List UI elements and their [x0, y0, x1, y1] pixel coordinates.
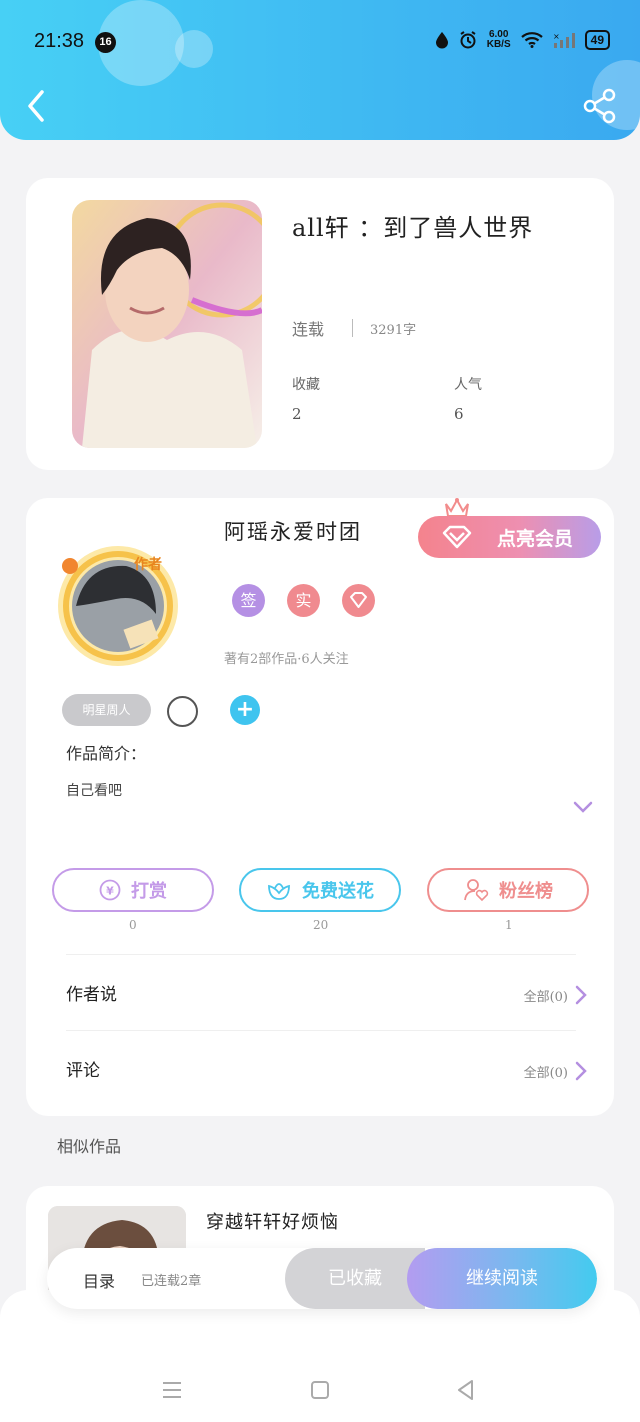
user-heart-icon	[464, 879, 489, 902]
send-flower-button[interactable]: 免费送花	[239, 868, 401, 912]
vip-diamond-badge	[342, 584, 375, 617]
fan-ranking-label: 粉丝榜	[499, 881, 553, 902]
battery-indicator: 49	[584, 30, 610, 50]
popularity-value: 6	[454, 405, 464, 423]
fan-group-tag[interactable]: 明星周人	[62, 694, 151, 726]
similar-works-title: 相似作品	[57, 1137, 122, 1156]
net-speed: 6.00 KB/S	[486, 29, 511, 50]
flower-count: 20	[313, 918, 329, 932]
back-triangle-icon[interactable]	[454, 1378, 478, 1402]
chevron-right-icon	[575, 985, 587, 1005]
book-cover-image[interactable]	[72, 200, 262, 448]
author-says-label[interactable]: 作者说	[66, 980, 117, 1005]
author-name[interactable]: 阿瑶永爱时团	[224, 516, 362, 546]
send-flower-label: 免费送花	[302, 881, 374, 902]
yen-coin-icon: ¥	[99, 879, 121, 901]
reading-action-bar: 目录 已连载2章 已收藏 继续阅读	[47, 1248, 597, 1309]
intro-text: 自己看吧	[66, 783, 122, 799]
tip-count: 0	[129, 918, 137, 932]
book-info-card: all轩 ：到了兽人世界 连载 3291字 收藏 人气 2 6	[26, 178, 614, 470]
flower-icon	[268, 883, 290, 900]
top-header: 21:38 16 6.00 KB/S × 49	[0, 0, 640, 140]
diamond-icon	[350, 592, 367, 608]
fan-ranking-button[interactable]: 粉丝榜	[427, 868, 589, 912]
home-icon[interactable]	[308, 1378, 332, 1402]
back-arrow-icon[interactable]	[20, 88, 52, 124]
drop-icon	[435, 32, 448, 49]
signed-badge: 签	[232, 584, 265, 617]
fan-count: 1	[505, 918, 513, 932]
add-fan-group-button[interactable]: +	[230, 695, 260, 725]
popularity-label: 人气	[454, 377, 482, 393]
comments-label[interactable]: 评论	[66, 1056, 100, 1081]
similar-work-title[interactable]: 穿越轩轩好烦恼	[206, 1208, 339, 1234]
book-status: 连载	[292, 320, 325, 339]
decor-bubble	[175, 30, 213, 68]
book-title: all轩 ：到了兽人世界	[292, 214, 534, 242]
favorites-value: 2	[292, 405, 302, 423]
intro-label: 作品简介：	[66, 744, 147, 763]
author-says-all[interactable]: 全部(0)	[524, 984, 588, 1006]
divider	[66, 1030, 576, 1031]
share-icon[interactable]	[582, 88, 618, 124]
toc-label[interactable]: 目录	[83, 1268, 115, 1292]
status-time: 21:38	[34, 30, 85, 52]
author-card: 作者 阿瑶永爱时团 点亮会员 签 实 著有2部作品·6人关注 明星周人 + 作品…	[26, 497, 614, 1116]
diamond-icon	[442, 525, 472, 549]
tip-button-label: 打赏	[131, 881, 167, 902]
favorites-label: 收藏	[292, 377, 320, 393]
menu-icon[interactable]	[160, 1378, 184, 1402]
svg-text:¥: ¥	[106, 885, 114, 898]
author-says-all-label: 全部(0)	[523, 989, 568, 1005]
verified-badge: 实	[287, 584, 320, 617]
notification-count-badge: 16	[95, 32, 116, 53]
signal-icon: ×	[553, 32, 575, 48]
favorited-button[interactable]: 已收藏	[285, 1248, 425, 1309]
status-icons: 6.00 KB/S × 49	[435, 30, 610, 50]
comments-all[interactable]: 全部(0)	[524, 1060, 588, 1082]
fan-group-slot[interactable]	[167, 696, 198, 727]
chevron-right-icon	[575, 1061, 587, 1081]
divider	[352, 319, 353, 337]
crown-icon	[445, 497, 469, 517]
author-avatar[interactable]: 作者	[56, 544, 180, 668]
word-count: 3291字	[370, 323, 417, 338]
svg-text:×: ×	[553, 32, 560, 41]
serial-status[interactable]: 已连载2章	[141, 1270, 201, 1289]
author-meta: 著有2部作品·6人关注	[224, 652, 349, 667]
continue-reading-button[interactable]: 继续阅读	[407, 1248, 597, 1309]
chevron-down-icon[interactable]	[572, 798, 594, 816]
system-navigation-bar	[0, 1290, 640, 1422]
alarm-icon	[460, 31, 476, 49]
divider	[66, 954, 576, 955]
comments-all-label: 全部(0)	[523, 1065, 568, 1081]
author-tag: 作者	[134, 557, 162, 573]
wifi-icon	[520, 32, 543, 48]
vip-button[interactable]: 点亮会员	[418, 516, 601, 558]
tip-button[interactable]: ¥ 打赏	[52, 868, 214, 912]
vip-button-label: 点亮会员	[496, 527, 573, 550]
